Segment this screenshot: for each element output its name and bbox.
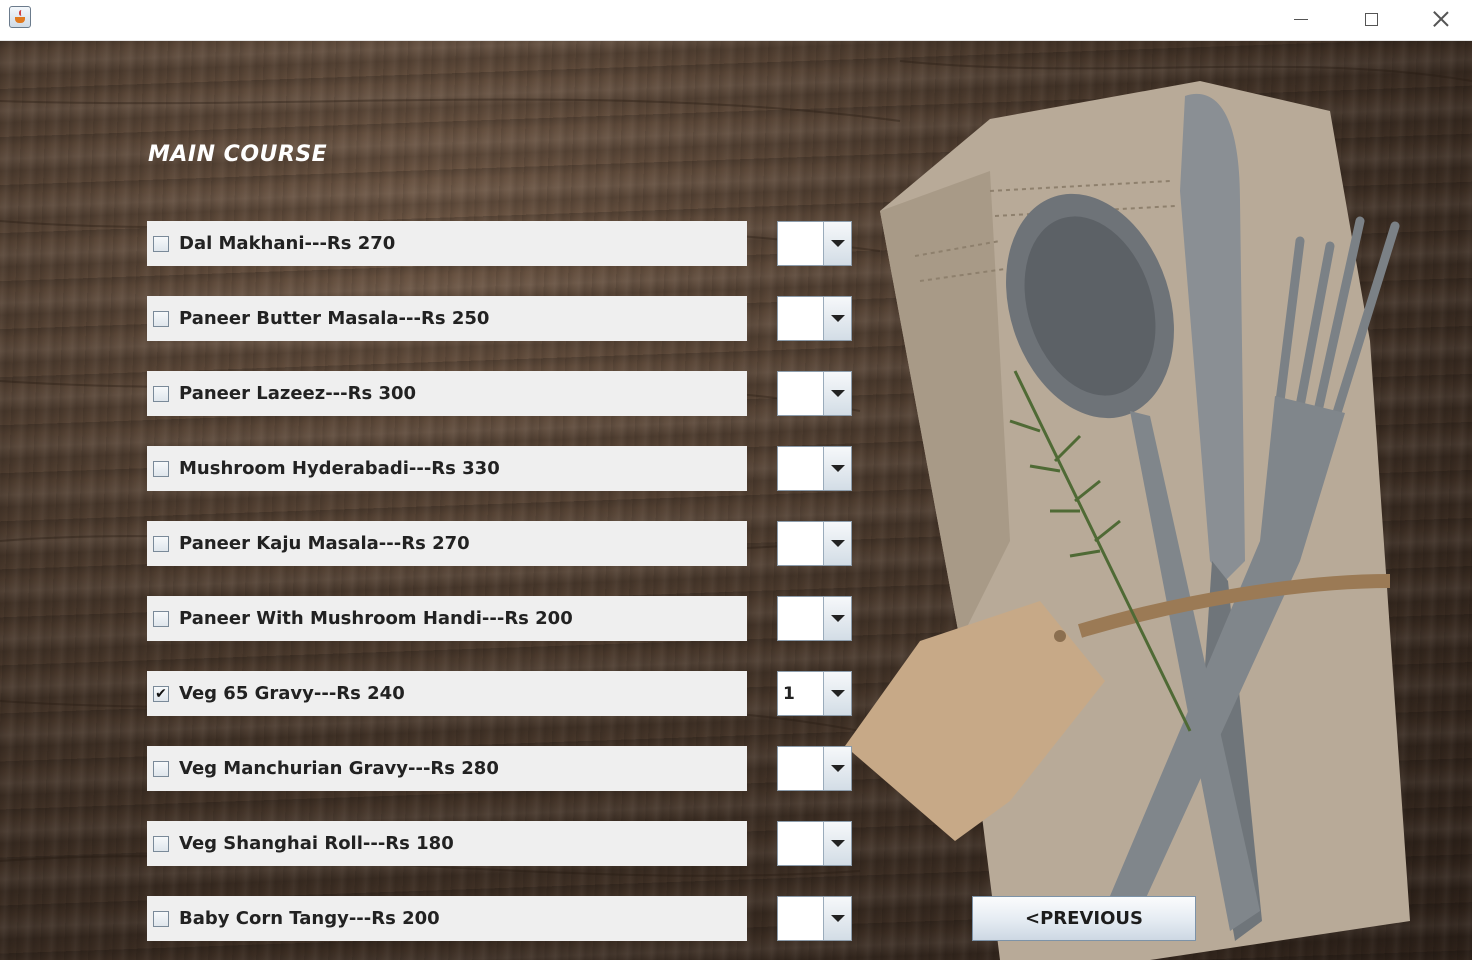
quantity-dropdown[interactable] <box>777 521 852 566</box>
menu-item-row[interactable]: Dal Makhani---Rs 270 <box>147 221 747 266</box>
item-checkbox[interactable] <box>153 460 169 477</box>
dropdown-arrow-button[interactable] <box>823 897 851 940</box>
item-label: Paneer Butter Masala---Rs 250 <box>179 308 490 329</box>
item-label: Paneer Lazeez---Rs 300 <box>179 383 417 404</box>
page-title: MAIN COURSE <box>148 142 328 167</box>
quantity-value <box>778 372 823 415</box>
menu-item-row[interactable]: Paneer With Mushroom Handi---Rs 200 <box>147 596 747 641</box>
title-bar <box>0 0 1472 41</box>
menu-item-row[interactable]: Baby Corn Tangy---Rs 200 <box>147 896 747 941</box>
close-icon <box>1433 11 1449 27</box>
quantity-dropdown[interactable] <box>777 821 852 866</box>
item-checkbox[interactable] <box>153 760 169 777</box>
quantity-value <box>778 822 823 865</box>
item-label: Baby Corn Tangy---Rs 200 <box>179 908 440 929</box>
item-label: Veg Shanghai Roll---Rs 180 <box>179 833 454 854</box>
chevron-down-icon <box>830 540 845 547</box>
quantity-dropdown[interactable]: 1 <box>777 671 852 716</box>
maximize-icon <box>1364 12 1378 26</box>
chevron-down-icon <box>830 315 845 322</box>
chevron-down-icon <box>830 465 845 472</box>
quantity-value <box>778 522 823 565</box>
java-cup-icon <box>9 6 31 28</box>
quantity-dropdown[interactable] <box>777 446 852 491</box>
menu-item-row[interactable]: Veg Shanghai Roll---Rs 180 <box>147 821 747 866</box>
chevron-down-icon <box>830 690 845 697</box>
minimize-icon <box>1294 18 1308 20</box>
dropdown-arrow-button[interactable] <box>823 672 851 715</box>
maximize-button[interactable] <box>1336 0 1406 38</box>
app-window: MAIN COURSE Dal Makhani---Rs 270 Paneer … <box>0 0 1472 960</box>
item-checkbox[interactable] <box>153 910 169 927</box>
quantity-value: 1 <box>783 683 795 704</box>
menu-item-row[interactable]: Paneer Butter Masala---Rs 250 <box>147 296 747 341</box>
item-checkbox[interactable]: ✔ <box>153 685 169 702</box>
dropdown-arrow-button[interactable] <box>823 522 851 565</box>
item-checkbox[interactable] <box>153 610 169 627</box>
quantity-value <box>778 747 823 790</box>
dropdown-arrow-button[interactable] <box>823 597 851 640</box>
dropdown-arrow-button[interactable] <box>823 822 851 865</box>
menu-item-row[interactable]: Veg Manchurian Gravy---Rs 280 <box>147 746 747 791</box>
dropdown-arrow-button[interactable] <box>823 447 851 490</box>
close-button[interactable] <box>1406 0 1472 38</box>
item-checkbox[interactable] <box>153 310 169 327</box>
quantity-dropdown[interactable] <box>777 371 852 416</box>
menu-item-row[interactable]: ✔ Veg 65 Gravy---Rs 240 <box>147 671 747 716</box>
item-checkbox[interactable] <box>153 235 169 252</box>
chevron-down-icon <box>830 240 845 247</box>
menu-panel: MAIN COURSE Dal Makhani---Rs 270 Paneer … <box>0 41 1472 960</box>
item-checkbox[interactable] <box>153 835 169 852</box>
item-label: Veg 65 Gravy---Rs 240 <box>179 683 405 704</box>
chevron-down-icon <box>830 915 845 922</box>
quantity-dropdown[interactable] <box>777 221 852 266</box>
item-checkbox[interactable] <box>153 535 169 552</box>
quantity-dropdown[interactable] <box>777 896 852 941</box>
item-label: Paneer Kaju Masala---Rs 270 <box>179 533 470 554</box>
dropdown-arrow-button[interactable] <box>823 372 851 415</box>
chevron-down-icon <box>830 615 845 622</box>
dropdown-arrow-button[interactable] <box>823 222 851 265</box>
menu-item-row[interactable]: Paneer Lazeez---Rs 300 <box>147 371 747 416</box>
quantity-value <box>778 597 823 640</box>
quantity-value <box>778 897 823 940</box>
chevron-down-icon <box>830 840 845 847</box>
quantity-value <box>778 297 823 340</box>
chevron-down-icon <box>830 390 845 397</box>
previous-button[interactable]: <PREVIOUS <box>972 896 1196 941</box>
quantity-dropdown[interactable] <box>777 296 852 341</box>
item-label: Dal Makhani---Rs 270 <box>179 233 396 254</box>
item-checkbox[interactable] <box>153 385 169 402</box>
dropdown-arrow-button[interactable] <box>823 747 851 790</box>
item-label: Paneer With Mushroom Handi---Rs 200 <box>179 608 573 629</box>
item-label: Mushroom Hyderabadi---Rs 330 <box>179 458 500 479</box>
quantity-dropdown[interactable] <box>777 746 852 791</box>
menu-item-row[interactable]: Paneer Kaju Masala---Rs 270 <box>147 521 747 566</box>
quantity-value <box>778 447 823 490</box>
minimize-button[interactable] <box>1266 0 1336 38</box>
item-label: Veg Manchurian Gravy---Rs 280 <box>179 758 499 779</box>
chevron-down-icon <box>830 765 845 772</box>
dropdown-arrow-button[interactable] <box>823 297 851 340</box>
quantity-dropdown[interactable] <box>777 596 852 641</box>
menu-item-row[interactable]: Mushroom Hyderabadi---Rs 330 <box>147 446 747 491</box>
quantity-value <box>778 222 823 265</box>
